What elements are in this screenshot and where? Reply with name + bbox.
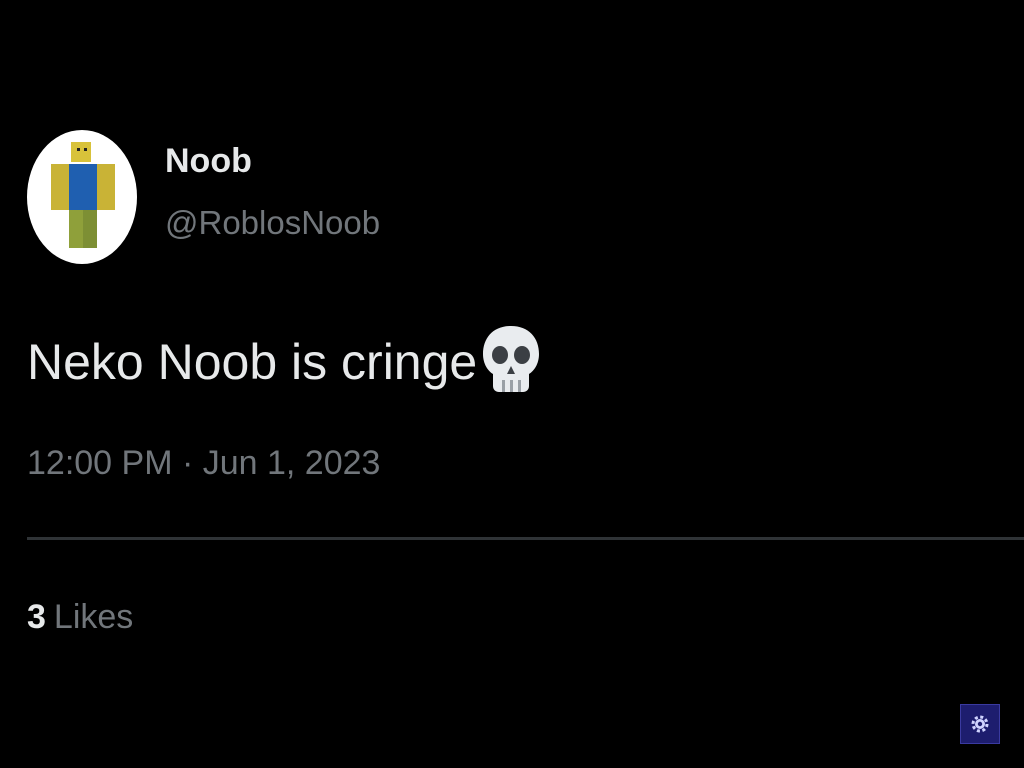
likes-stat[interactable]: 3 Likes (27, 600, 133, 634)
skull-icon (479, 322, 543, 402)
tweet-text: Neko Noob is cringe (27, 334, 478, 390)
likes-label: Likes (53, 598, 134, 636)
display-name[interactable]: Noob (165, 144, 380, 178)
tweet-body: Neko Noob is cringe (27, 322, 543, 402)
tweet-screen: Noob @RoblosNoob Neko Noob is cringe 12:… (0, 0, 1024, 768)
tweet-timestamp[interactable]: 12:00 PM · Jun 1, 2023 (27, 446, 380, 480)
gear-icon (971, 715, 989, 733)
roblox-noob-avatar-icon (51, 142, 115, 248)
settings-button[interactable] (960, 704, 1000, 744)
divider (27, 537, 1024, 540)
user-handle[interactable]: @RoblosNoob (165, 206, 380, 239)
tweet-header: Noob @RoblosNoob (27, 130, 380, 264)
author-names: Noob @RoblosNoob (165, 130, 380, 264)
avatar[interactable] (27, 130, 137, 264)
likes-count: 3 (27, 598, 46, 636)
